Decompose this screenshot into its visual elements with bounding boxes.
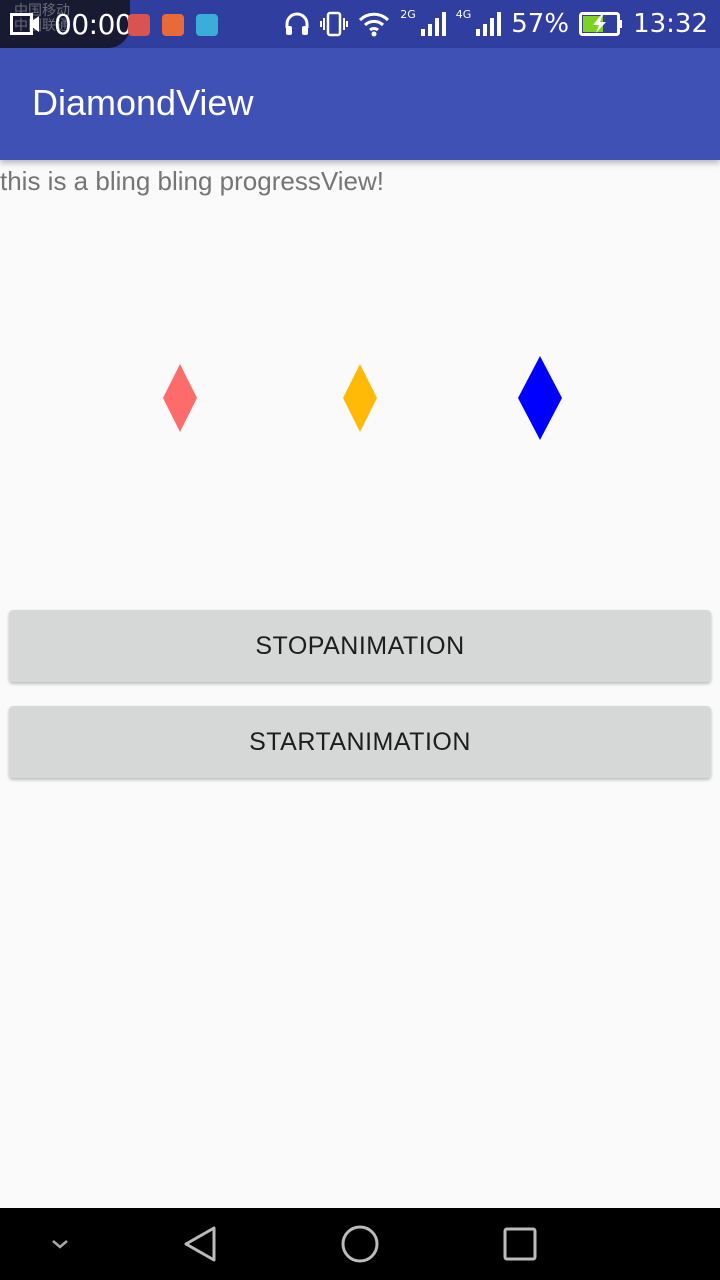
video-record-icon	[10, 13, 39, 35]
signal-2g-icon	[420, 12, 446, 36]
headphones-icon	[285, 12, 309, 35]
status-right: 2G 4G 57% 13:32	[284, 0, 708, 48]
back-icon	[184, 1226, 216, 1262]
network-2g-label: 2G	[400, 7, 416, 21]
stop-animation-button[interactable]: STOPANIMATION	[9, 610, 711, 682]
wifi-icon	[359, 12, 390, 37]
vibrate-icon	[320, 11, 349, 37]
diamond-2	[343, 364, 377, 432]
description-text: this is a bling bling progressView!	[0, 166, 384, 196]
navigation-bar	[0, 1208, 720, 1280]
app-bar: DiamondView	[0, 48, 720, 160]
start-animation-button[interactable]: STARTANIMATION	[9, 706, 711, 778]
recents-button[interactable]	[490, 1208, 550, 1280]
battery-charging-icon	[579, 12, 623, 36]
chevron-down-icon	[52, 1240, 68, 1249]
notification-icons	[128, 14, 218, 36]
diamond-progress-view	[163, 356, 562, 440]
home-button[interactable]	[330, 1208, 390, 1280]
android-app-icon	[196, 14, 218, 36]
battery-percent: 57%	[511, 9, 570, 39]
diamond-1	[163, 364, 197, 432]
network-4g-label: 4G	[455, 7, 472, 21]
diamond-3	[518, 356, 562, 440]
recording-time: 00:00	[54, 8, 133, 41]
screen-recorder-indicator[interactable]: 中国移动 中国联通 00:00	[0, 0, 133, 48]
video-app-icon	[128, 14, 150, 36]
signal-4g-icon	[476, 12, 502, 36]
health-app-icon	[162, 14, 184, 36]
chevron-down-button[interactable]	[30, 1208, 90, 1280]
recents-icon	[503, 1227, 537, 1261]
home-icon	[341, 1225, 379, 1263]
app-title: DiamondView	[32, 82, 254, 123]
clock: 13:32	[633, 9, 708, 39]
back-button[interactable]	[170, 1208, 230, 1280]
status-bar: 中国移动 中国联通 00:00 2G 4G 57% 13:32	[0, 0, 720, 48]
